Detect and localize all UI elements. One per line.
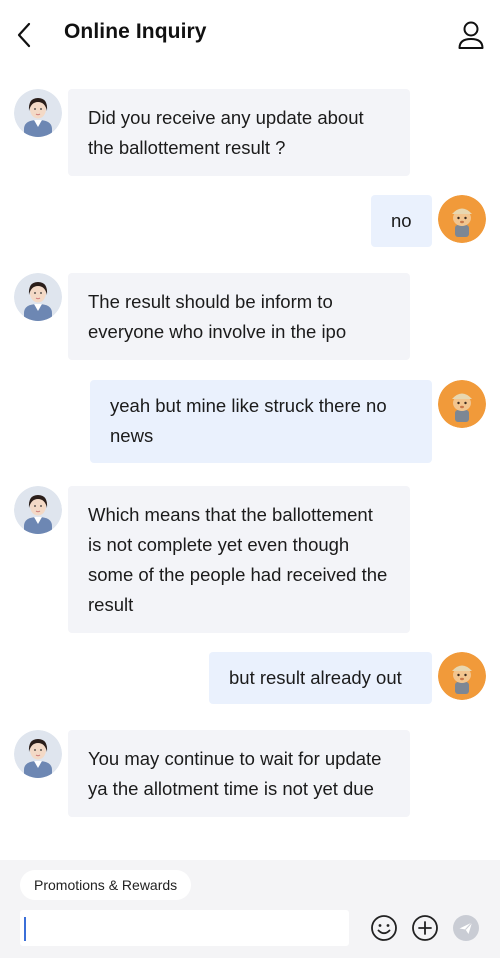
text-cursor <box>24 917 26 941</box>
message-bubble: yeah but mine like struck there no news <box>90 380 432 463</box>
agent-avatar <box>14 486 62 534</box>
user-avatar <box>438 652 486 700</box>
chat-header: Online Inquiry <box>0 0 500 70</box>
profile-button[interactable] <box>454 18 488 52</box>
user-avatar <box>438 380 486 428</box>
message-bubble: no <box>371 195 432 247</box>
message-bubble: but result already out <box>209 652 432 704</box>
composer-bar: Promotions & Rewards <box>0 860 500 958</box>
page-title: Online Inquiry <box>64 20 207 43</box>
message-bubble: You may continue to wait for update ya t… <box>68 730 410 817</box>
message-bubble: The result should be inform to everyone … <box>68 273 410 360</box>
send-icon <box>453 915 479 941</box>
message-bubble: Did you receive any update about the bal… <box>68 89 410 176</box>
back-button[interactable] <box>8 18 40 52</box>
message-input[interactable] <box>20 910 349 946</box>
user-avatar <box>438 195 486 243</box>
agent-avatar <box>14 730 62 778</box>
emoji-button[interactable] <box>370 914 398 942</box>
plus-circle-icon <box>412 915 438 941</box>
agent-avatar <box>14 89 62 137</box>
send-button[interactable] <box>452 914 480 942</box>
smiley-icon <box>371 915 397 941</box>
chevron-left-icon <box>17 22 31 48</box>
user-icon <box>458 21 484 49</box>
agent-avatar <box>14 273 62 321</box>
message-bubble: Which means that the ballottement is not… <box>68 486 410 633</box>
quick-reply-promotions[interactable]: Promotions & Rewards <box>20 870 192 900</box>
add-attachment-button[interactable] <box>411 914 439 942</box>
